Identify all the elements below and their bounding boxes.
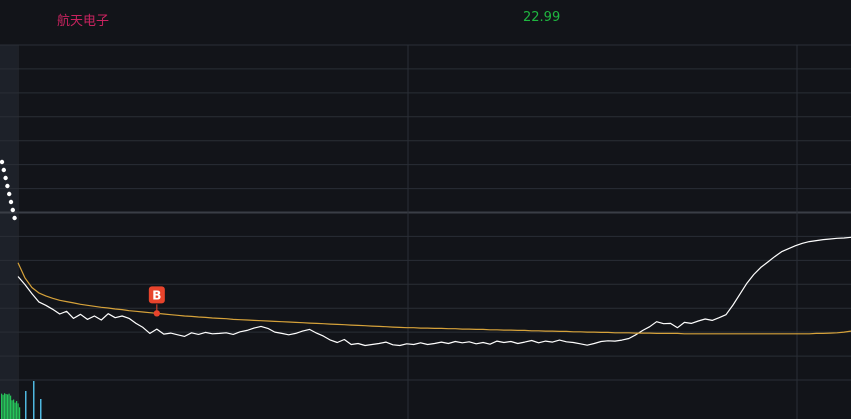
pre-open-point bbox=[5, 183, 10, 189]
volume-bar bbox=[25, 391, 27, 419]
buy-marker-dot bbox=[153, 310, 161, 317]
volume-bar bbox=[5, 394, 7, 419]
volume-bar bbox=[1, 393, 3, 419]
volume-bar bbox=[14, 402, 16, 419]
intraday-price-chart[interactable]: B bbox=[0, 0, 851, 419]
volume-bar bbox=[11, 400, 13, 419]
volume-bar bbox=[40, 399, 42, 419]
volume-bar bbox=[2, 394, 4, 419]
pre-open-point bbox=[3, 175, 8, 181]
pre-open-point bbox=[7, 191, 12, 197]
volume-bar bbox=[7, 394, 9, 419]
price-axis-strip bbox=[0, 45, 17, 419]
buy-marker-label: B bbox=[152, 288, 161, 302]
volume-bar bbox=[33, 381, 35, 419]
average-price-line bbox=[17, 262, 851, 335]
volume-bar bbox=[16, 401, 18, 419]
volume-bar bbox=[19, 407, 21, 419]
volume-bar bbox=[17, 403, 19, 419]
pre-open-point bbox=[0, 159, 5, 165]
volume-bar bbox=[8, 393, 10, 419]
pre-open-point bbox=[12, 215, 17, 221]
price-line bbox=[17, 236, 851, 347]
volume-bar bbox=[4, 393, 6, 419]
pre-open-point bbox=[8, 199, 14, 205]
pre-open-point bbox=[1, 167, 6, 173]
pre-open-point bbox=[10, 207, 15, 213]
volume-bar bbox=[13, 399, 15, 419]
volume-bar bbox=[10, 395, 12, 419]
